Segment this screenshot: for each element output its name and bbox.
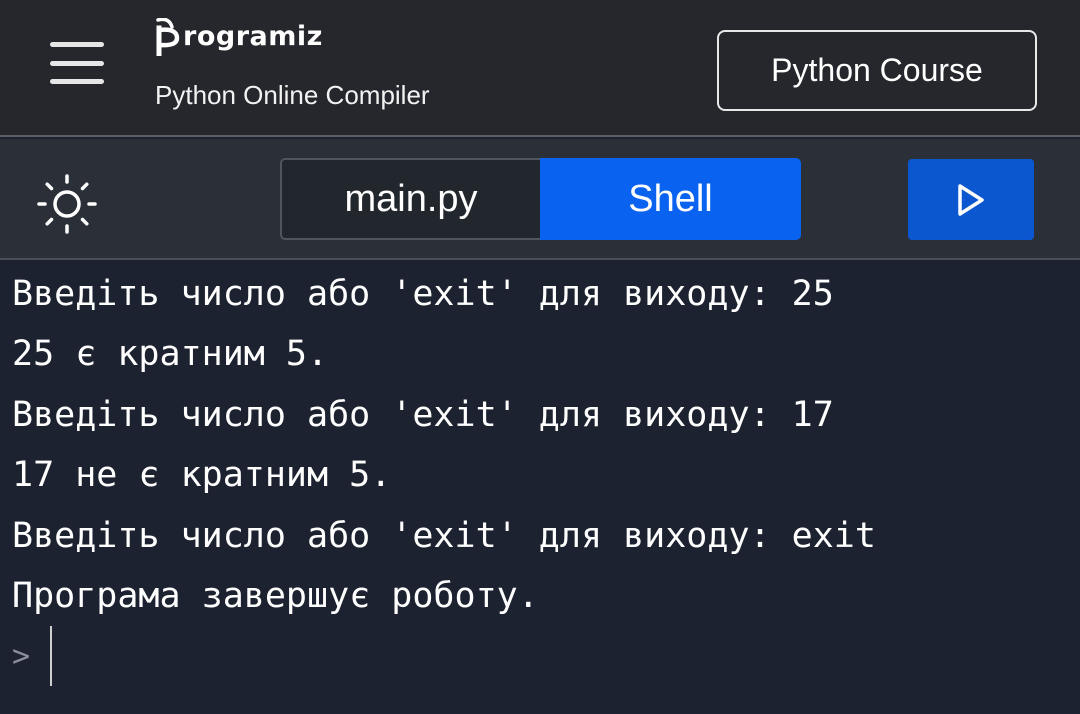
programiz-logo-mark xyxy=(156,18,180,56)
sun-icon[interactable] xyxy=(36,173,98,235)
play-icon xyxy=(958,183,984,216)
app-header: rogramiz Python Online Compiler Python C… xyxy=(0,0,1080,137)
page-subtitle: Python Online Compiler xyxy=(155,80,430,110)
text-cursor xyxy=(50,626,53,686)
run-button[interactable] xyxy=(908,159,1034,240)
menu-icon[interactable] xyxy=(50,42,106,86)
console-line: 17 не є кратним 5. xyxy=(12,455,392,496)
console-line: Введіть число або 'exit' для виходу: 17 xyxy=(12,394,834,435)
prompt-symbol: > xyxy=(12,638,31,674)
shell-output[interactable]: Введіть число або 'exit' для виходу: 25 … xyxy=(0,262,1080,714)
brand-name: rogramiz xyxy=(183,21,323,52)
tab-shell[interactable]: Shell xyxy=(540,158,801,240)
console-line: Введіть число або 'exit' для виходу: 25 xyxy=(12,274,834,314)
console-line: Програма завершує роботу. xyxy=(12,575,539,616)
console-line: Введіть число або 'exit' для виходу: exi… xyxy=(12,515,876,556)
tab-main-py[interactable]: main.py xyxy=(280,158,540,240)
programiz-logo[interactable]: rogramiz xyxy=(155,18,323,56)
shell-input-row[interactable]: > xyxy=(12,626,53,686)
editor-toolbar: main.py Shell xyxy=(0,139,1080,260)
file-tabs: main.py Shell xyxy=(280,158,801,240)
python-course-button[interactable]: Python Course xyxy=(717,30,1037,111)
console-line: 25 є кратним 5. xyxy=(12,334,329,375)
